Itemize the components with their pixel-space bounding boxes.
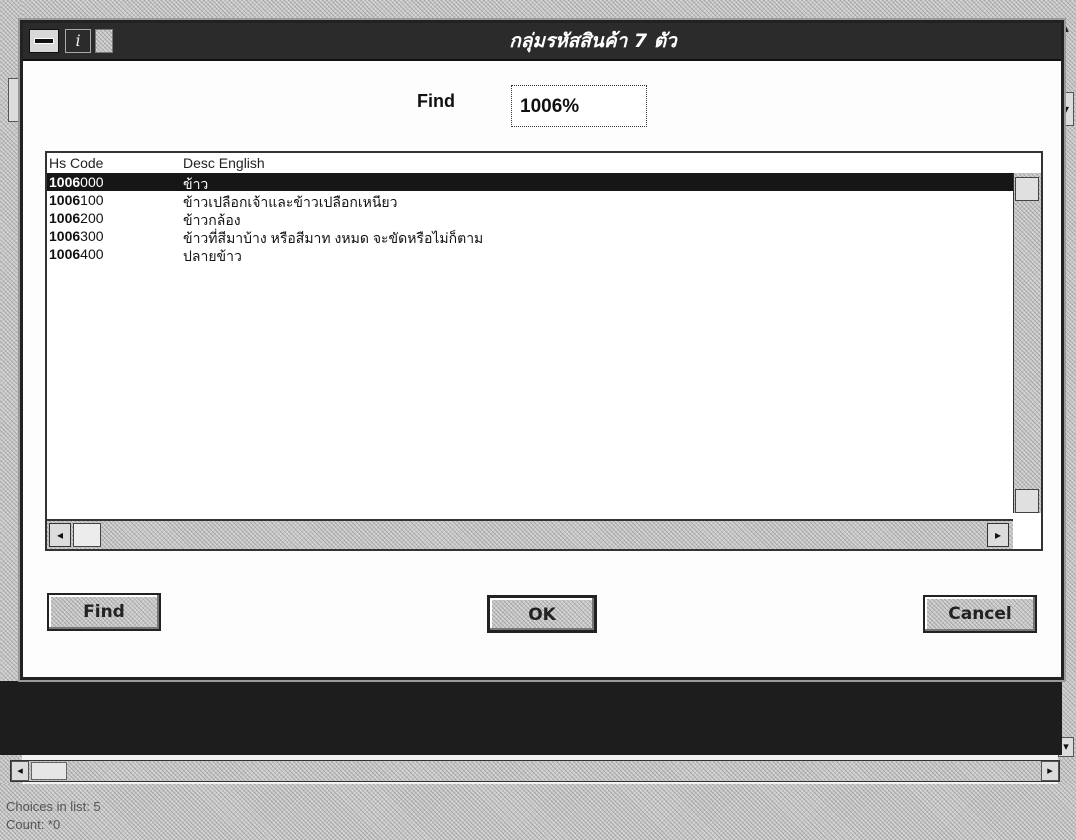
scroll-left-icon[interactable]: ◂: [49, 523, 71, 547]
hs-code-cell: 1006200: [49, 210, 104, 226]
list-vscroll-down[interactable]: [1015, 489, 1039, 513]
background-hscroll[interactable]: ◂ ▸: [10, 760, 1060, 782]
system-menu-icon[interactable]: [29, 29, 59, 53]
scroll-right-icon[interactable]: ▸: [1041, 761, 1059, 781]
hs-code-prefix: 1006: [49, 246, 81, 262]
hs-code-cell: 1006300: [49, 228, 104, 244]
italic-i-icon: i: [65, 29, 91, 53]
list-hscroll[interactable]: ◂ ▸: [47, 519, 1013, 549]
find-input[interactable]: 1006%: [511, 85, 647, 127]
hs-code-prefix: 1006: [49, 192, 81, 208]
hs-code-cell: 1006400: [49, 246, 104, 262]
list-item[interactable]: 1006400 ปลายข้าว: [47, 245, 1013, 264]
hs-code-suffix: 400: [80, 246, 104, 262]
list-item[interactable]: 1006100 ข้าวเปลือกเจ้าและข้าวเปลือกเหนียว: [47, 191, 1013, 210]
cancel-button[interactable]: Cancel: [923, 595, 1037, 633]
hs-code-suffix: 100: [80, 192, 104, 208]
list-vscroll[interactable]: [1013, 173, 1041, 513]
hs-code-suffix: 300: [80, 228, 104, 244]
background-hscroll-thumb[interactable]: [31, 762, 67, 780]
hs-code-suffix: 000: [80, 174, 104, 190]
description-cell: ปลายข้าว: [183, 248, 242, 264]
background-dark-band: [0, 681, 1062, 755]
product-group-dialog: i กลุ่มรหัสสินค้า 7 ตัว Find 1006% Hs Co…: [20, 20, 1064, 680]
scroll-right-icon[interactable]: ▸: [987, 523, 1009, 547]
find-button[interactable]: Find: [47, 593, 161, 631]
ok-button[interactable]: OK: [487, 595, 597, 633]
background-window-top: [0, 0, 1076, 22]
status-bar: Choices in list: 5 Count: *0: [0, 784, 1076, 840]
hs-code-suffix: 200: [80, 210, 104, 226]
list-item[interactable]: 1006200 ข้าวกล้อง: [47, 209, 1013, 228]
hs-code-cell: 1006100: [49, 192, 104, 208]
dialog-titlebar[interactable]: i กลุ่มรหัสสินค้า 7 ตัว: [23, 23, 1061, 61]
scroll-left-icon[interactable]: ◂: [11, 761, 29, 781]
hs-code-prefix: 1006: [49, 228, 81, 244]
hs-code-listbox[interactable]: Hs Code Desc English 1006000 ข้าว 1006100 ข…: [45, 151, 1043, 551]
list-hscroll-thumb[interactable]: [73, 523, 101, 547]
column-hs-code: Hs Code: [49, 155, 104, 171]
list-item[interactable]: 1006300 ข้าวที่สีมาบ้าง หรือสีมาท งหมด จะ…: [47, 227, 1013, 246]
column-desc-english: Desc English: [183, 155, 265, 171]
hs-code-prefix: 1006: [49, 210, 81, 226]
scroll-corner: [1013, 519, 1041, 549]
find-label: Find: [417, 91, 455, 111]
status-choices: Choices in list: 5: [6, 799, 101, 814]
list-item[interactable]: 1006000 ข้าว: [47, 173, 1013, 192]
list-vscroll-up[interactable]: [1015, 177, 1039, 201]
hs-code-cell: 1006000: [49, 174, 104, 190]
title-decoration-icon: [95, 29, 113, 53]
screen: ▴ ▾ ▾ ◂ ▸ Choices in list: 5 Count: *0 i…: [0, 0, 1076, 840]
list-body: 1006000 ข้าว 1006100 ข้าวเปลือกเจ้าและข้าวเ…: [47, 173, 1013, 264]
list-header: Hs Code Desc English: [47, 153, 1013, 173]
status-count: Count: *0: [6, 817, 61, 832]
dialog-title: กลุ่มรหัสสินค้า 7 ตัว: [509, 30, 677, 52]
hs-code-prefix: 1006: [49, 174, 81, 190]
